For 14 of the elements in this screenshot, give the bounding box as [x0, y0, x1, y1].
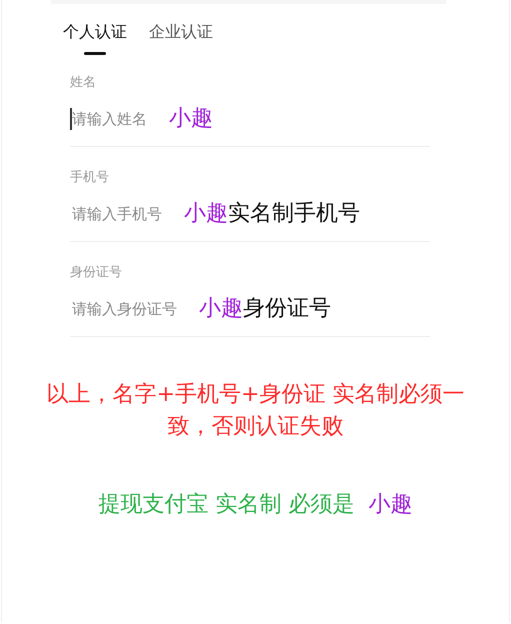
input-field[interactable]: 请输入姓名	[70, 108, 147, 130]
input-field[interactable]: 请输入手机号	[70, 203, 162, 225]
annotation-text: 小趣	[169, 105, 213, 133]
field-label: 姓名	[70, 74, 97, 92]
input-field[interactable]: 请输入身份证号	[70, 298, 177, 320]
note-text: 以上，名字+手机号+身份证 实名制必须一致，否则认证失败	[46, 381, 466, 441]
note-text: 提现支付宝 实名制 必须是 小趣	[98, 491, 414, 519]
tab-indicator	[84, 52, 106, 55]
field-label: 身份证号	[70, 264, 123, 282]
annotation-text: 小趣身份证号	[199, 295, 331, 323]
tab[interactable]: 个人认证	[63, 20, 127, 44]
annotation-text: 小趣实名制手机号	[184, 200, 360, 228]
field-label: 手机号	[70, 169, 110, 187]
tab[interactable]: 企业认证	[149, 20, 213, 44]
